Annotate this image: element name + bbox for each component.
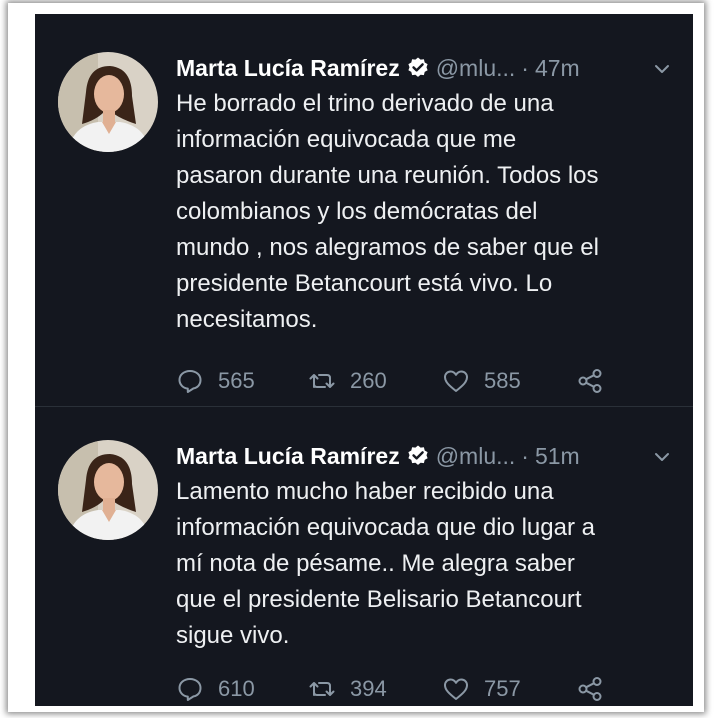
screenshot-frame: Marta Lucía Ramírez @mlu... · 47m He bor… — [8, 3, 704, 712]
like-icon — [444, 370, 468, 392]
tweet-header: Marta Lucía Ramírez @mlu... · 47m — [176, 48, 671, 88]
share-button[interactable] — [576, 674, 618, 704]
avatar[interactable] — [58, 440, 158, 540]
retweet-icon — [309, 682, 335, 696]
retweet-button[interactable]: 260 — [308, 366, 387, 396]
retweet-button[interactable]: 394 — [308, 674, 387, 704]
retweet-count: 394 — [350, 676, 387, 701]
tweet-divider — [35, 406, 693, 407]
share-icon — [578, 369, 602, 393]
tweet-timestamp[interactable]: 47m — [535, 55, 580, 82]
reply-icon — [178, 678, 202, 701]
tweet[interactable]: Marta Lucía Ramírez @mlu... · 51m Lament… — [35, 426, 693, 706]
timeline: Marta Lucía Ramírez @mlu... · 47m He bor… — [35, 14, 693, 706]
author-name[interactable]: Marta Lucía Ramírez — [176, 443, 400, 470]
chevron-down-icon[interactable] — [653, 60, 671, 78]
reply-count: 565 — [218, 368, 255, 393]
like-count: 757 — [484, 676, 521, 701]
like-count: 585 — [484, 368, 521, 393]
reply-button[interactable]: 565 — [176, 366, 255, 396]
tweet-text: He borrado el trino derivado de una info… — [176, 90, 599, 333]
share-icon — [578, 677, 602, 701]
like-button[interactable]: 585 — [442, 366, 521, 396]
avatar[interactable] — [58, 52, 158, 152]
tweet-actions: 565 260 585 — [176, 366, 636, 396]
header-separator: · — [521, 442, 529, 469]
retweet-count: 260 — [350, 368, 387, 393]
like-icon — [444, 678, 468, 700]
author-name[interactable]: Marta Lucía Ramírez — [176, 55, 400, 82]
tweet-timestamp[interactable]: 51m — [535, 443, 580, 470]
author-handle[interactable]: @mlu... — [436, 55, 516, 82]
retweet-icon — [309, 374, 335, 388]
like-button[interactable]: 757 — [442, 674, 521, 704]
reply-button[interactable]: 610 — [176, 674, 255, 704]
reply-count: 610 — [218, 676, 255, 701]
tweet-header: Marta Lucía Ramírez @mlu... · 51m — [176, 436, 671, 476]
chevron-down-icon[interactable] — [653, 448, 671, 466]
verified-badge-icon — [406, 444, 430, 468]
header-separator: · — [521, 54, 529, 81]
tweet[interactable]: Marta Lucía Ramírez @mlu... · 47m He bor… — [35, 38, 693, 398]
verified-badge-icon — [406, 56, 430, 80]
author-handle[interactable]: @mlu... — [436, 443, 516, 470]
tweet-actions: 610 394 757 — [176, 674, 636, 704]
share-button[interactable] — [576, 366, 618, 396]
tweet-text: Lamento mucho haber recibido una informa… — [176, 478, 595, 649]
reply-icon — [178, 370, 202, 393]
